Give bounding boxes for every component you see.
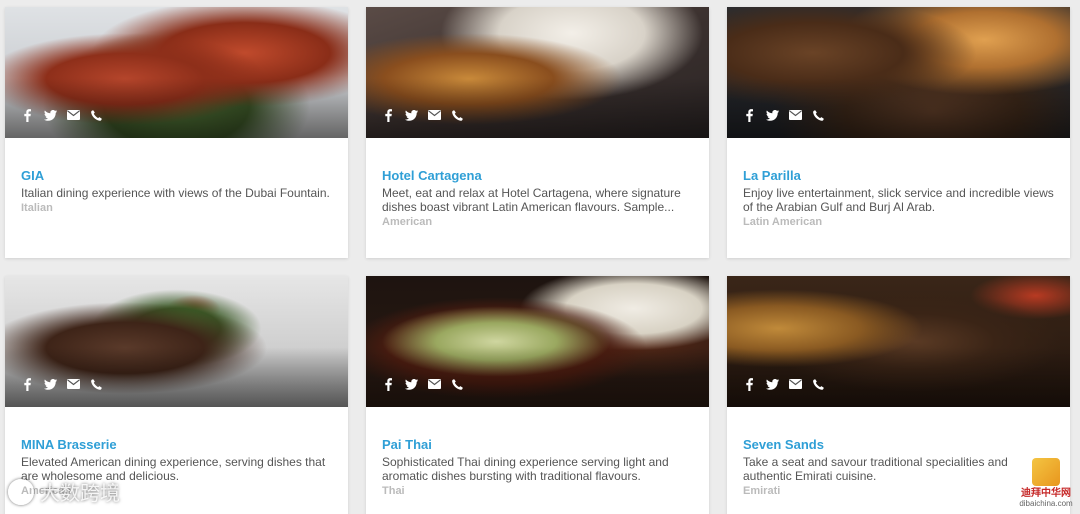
social-links bbox=[20, 108, 103, 122]
restaurant-name[interactable]: La Parilla bbox=[743, 168, 1054, 183]
watermark-left-text: 大数跨境 bbox=[40, 481, 120, 505]
social-links bbox=[381, 108, 464, 122]
phone-icon[interactable] bbox=[811, 377, 825, 391]
facebook-icon[interactable] bbox=[381, 377, 395, 391]
restaurant-description: Italian dining experience with views of … bbox=[21, 186, 330, 200]
email-icon[interactable] bbox=[66, 108, 80, 122]
twitter-icon[interactable] bbox=[404, 108, 418, 122]
restaurant-name[interactable]: MINA Brasserie bbox=[21, 437, 332, 452]
twitter-icon[interactable] bbox=[765, 377, 779, 391]
restaurant-photo[interactable] bbox=[366, 276, 709, 407]
watermark-logo-icon bbox=[1032, 458, 1060, 486]
restaurant-name[interactable]: GIA bbox=[21, 168, 332, 183]
restaurant-photo[interactable] bbox=[5, 276, 348, 407]
email-icon[interactable] bbox=[788, 108, 802, 122]
watermark-right-url: dibaichina.com bbox=[1019, 499, 1073, 508]
twitter-icon[interactable] bbox=[43, 377, 57, 391]
restaurant-cuisine: Italian bbox=[21, 202, 53, 214]
facebook-icon[interactable] bbox=[742, 377, 756, 391]
restaurant-photo[interactable] bbox=[727, 276, 1070, 407]
social-links bbox=[742, 377, 825, 391]
restaurant-description: Enjoy live entertainment, slick service … bbox=[743, 186, 1054, 214]
restaurant-photo[interactable] bbox=[727, 7, 1070, 138]
email-icon[interactable] bbox=[66, 377, 80, 391]
phone-icon[interactable] bbox=[89, 377, 103, 391]
facebook-icon[interactable] bbox=[742, 108, 756, 122]
facebook-icon[interactable] bbox=[381, 108, 395, 122]
email-icon[interactable] bbox=[427, 108, 441, 122]
social-links bbox=[20, 377, 103, 391]
restaurant-card[interactable]: La Parilla Enjoy live entertainment, sli… bbox=[727, 7, 1070, 258]
restaurant-description: Meet, eat and relax at Hotel Cartagena, … bbox=[382, 186, 681, 214]
phone-icon[interactable] bbox=[450, 377, 464, 391]
watermark-right-title: 迪拜中华网 bbox=[1021, 488, 1071, 499]
restaurant-info: Hotel Cartagena Meet, eat and relax at H… bbox=[366, 138, 709, 258]
restaurant-cuisine: American bbox=[382, 216, 433, 228]
restaurant-description: Take a seat and savour traditional speci… bbox=[743, 455, 1008, 483]
phone-icon[interactable] bbox=[450, 108, 464, 122]
restaurant-description: Sophisticated Thai dining experience ser… bbox=[382, 455, 669, 483]
restaurant-info: Pai Thai Sophisticated Thai dining exper… bbox=[366, 407, 709, 514]
facebook-icon[interactable] bbox=[20, 108, 34, 122]
twitter-icon[interactable] bbox=[404, 377, 418, 391]
restaurant-info: La Parilla Enjoy live entertainment, sli… bbox=[727, 138, 1070, 258]
watermark-left: 大数跨境 bbox=[8, 477, 120, 506]
twitter-icon[interactable] bbox=[43, 108, 57, 122]
restaurant-photo[interactable] bbox=[5, 7, 348, 138]
restaurant-name[interactable]: Pai Thai bbox=[382, 437, 693, 452]
restaurant-photo[interactable] bbox=[366, 7, 709, 138]
facebook-icon[interactable] bbox=[20, 377, 34, 391]
restaurant-cuisine: Emirati bbox=[743, 485, 781, 497]
restaurant-cuisine: Latin American bbox=[743, 216, 823, 228]
restaurant-cuisine: Thai bbox=[382, 485, 405, 497]
watermark-right: 迪拜中华网 dibaichina.com bbox=[1018, 458, 1074, 508]
phone-icon[interactable] bbox=[811, 108, 825, 122]
restaurant-name[interactable]: Hotel Cartagena bbox=[382, 168, 693, 183]
restaurant-info: GIA Italian dining experience with views… bbox=[5, 138, 348, 258]
email-icon[interactable] bbox=[427, 377, 441, 391]
restaurant-card[interactable]: Pai Thai Sophisticated Thai dining exper… bbox=[366, 276, 709, 514]
watermark-logo-icon bbox=[8, 478, 34, 505]
restaurant-name[interactable]: Seven Sands bbox=[743, 437, 1054, 452]
social-links bbox=[381, 377, 464, 391]
restaurant-card[interactable]: GIA Italian dining experience with views… bbox=[5, 7, 348, 258]
email-icon[interactable] bbox=[788, 377, 802, 391]
restaurant-card[interactable]: Hotel Cartagena Meet, eat and relax at H… bbox=[366, 7, 709, 258]
restaurant-grid: GIA Italian dining experience with views… bbox=[0, 0, 1080, 514]
twitter-icon[interactable] bbox=[765, 108, 779, 122]
phone-icon[interactable] bbox=[89, 108, 103, 122]
social-links bbox=[742, 108, 825, 122]
